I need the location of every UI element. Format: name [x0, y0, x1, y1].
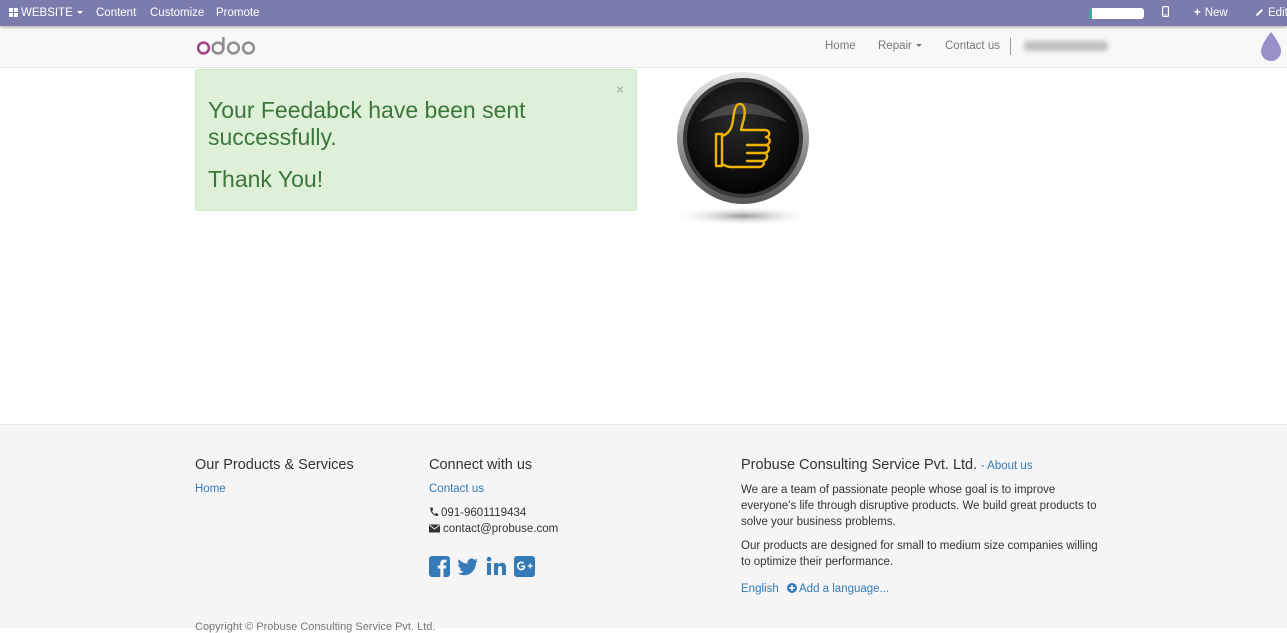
website-menu[interactable]: WEBSITE: [9, 0, 83, 26]
about-us-link[interactable]: - About us: [981, 460, 1033, 472]
close-icon[interactable]: ×: [616, 82, 624, 96]
company-heading-row: Probuse Consulting Service Pvt. Ltd. - A…: [741, 457, 1033, 473]
products-heading: Our Products & Services: [195, 457, 354, 473]
phone-icon: [430, 507, 438, 517]
new-button[interactable]: + New: [1194, 0, 1228, 26]
nav-repair-label: Repair: [878, 40, 912, 52]
language-english-link[interactable]: English: [741, 583, 779, 595]
add-language-label: Add a language...: [799, 583, 890, 595]
linkedin-icon[interactable]: [486, 556, 507, 577]
footer: Our Products & Services Home Connect wit…: [0, 424, 1287, 633]
thumbs-up-image: [671, 72, 815, 226]
google-plus-icon[interactable]: [514, 556, 535, 577]
envelope-icon: [429, 524, 440, 533]
progress-fill: [1089, 8, 1092, 19]
about-paragraph-2: Our products are designed for small to m…: [741, 540, 1098, 568]
website-menu-label: WEBSITE: [21, 7, 73, 19]
pencil-icon: [1256, 9, 1263, 16]
edit-button-label: Edit: [1268, 7, 1287, 19]
copyright-text: Copyright © Probuse Consulting Service P…: [195, 621, 436, 633]
nav-home[interactable]: Home: [825, 26, 856, 67]
caret-down-icon: [915, 44, 922, 47]
droplet-icon[interactable]: [1259, 30, 1283, 62]
promote-menu[interactable]: Promote: [216, 0, 259, 26]
company-name: Probuse Consulting Service Pvt. Ltd.: [741, 457, 978, 473]
new-button-label: New: [1204, 7, 1228, 19]
mobile-phone-icon: [1162, 6, 1170, 18]
feedback-sent-message: Your Feedabck have been sent successfull…: [208, 97, 526, 150]
grid-icon: [9, 8, 18, 17]
user-menu-blurred[interactable]: [1024, 41, 1108, 51]
phone-line: 091-9601119434: [429, 507, 526, 519]
phone-number: 091-9601119434: [441, 507, 527, 519]
mobile-preview-button[interactable]: [1162, 0, 1170, 26]
publish-progress-bar[interactable]: [1089, 8, 1144, 19]
nav-repair[interactable]: Repair: [878, 26, 922, 67]
nav-contact-us[interactable]: Contact us: [945, 26, 1000, 67]
caret-down-icon: [76, 11, 83, 14]
connect-heading: Connect with us: [429, 457, 533, 473]
navbar: Home Repair Contact us: [0, 26, 1287, 68]
facebook-icon[interactable]: [429, 556, 450, 577]
success-alert: × Your Feedabck have been sent successfu…: [195, 69, 637, 211]
twitter-icon[interactable]: [457, 556, 479, 577]
admin-bar: WEBSITE Content Customize Promote + New E…: [0, 0, 1287, 26]
footer-home-link[interactable]: Home: [195, 483, 226, 495]
thank-you-message: Thank You!: [208, 166, 324, 192]
customize-menu[interactable]: Customize: [150, 0, 204, 26]
plus-icon: +: [1194, 7, 1201, 19]
nav-divider: [1010, 38, 1011, 55]
add-language-link[interactable]: Add a language...: [787, 583, 889, 595]
content-menu[interactable]: Content: [96, 0, 136, 26]
footer-contact-link[interactable]: Contact us: [429, 483, 484, 495]
edit-button[interactable]: Edit: [1255, 0, 1287, 26]
email-line: contact@probuse.com: [429, 523, 558, 535]
email-address: contact@probuse.com: [443, 523, 559, 535]
plus-circle-icon: [787, 583, 797, 593]
odoo-logo[interactable]: [196, 35, 258, 57]
about-paragraph-1: We are a team of passionate people whose…: [741, 484, 1097, 528]
